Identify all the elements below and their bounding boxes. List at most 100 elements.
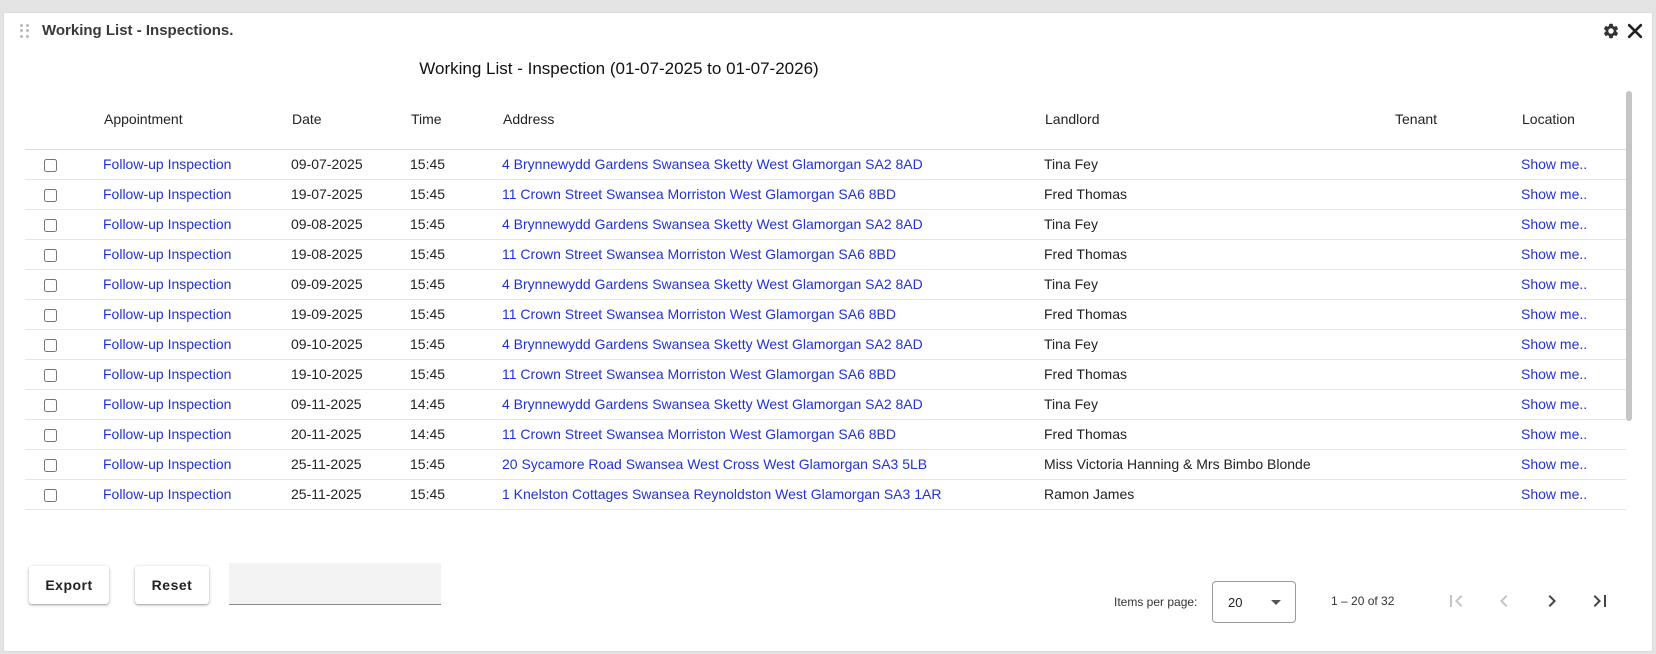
table-row[interactable]: Follow-up Inspection 09-07-2025 15:45 4 Bry… (25, 149, 1626, 180)
show-me-link[interactable]: Show me.. (1521, 216, 1587, 232)
row-checkbox[interactable] (44, 218, 57, 232)
show-me-link[interactable]: Show me.. (1521, 246, 1587, 262)
address-link[interactable]: 4 Brynnewydd Gardens Swansea Sketty West… (502, 396, 923, 412)
show-me-link[interactable]: Show me.. (1521, 426, 1587, 442)
show-me-link[interactable]: Show me.. (1521, 276, 1587, 292)
row-checkbox[interactable] (44, 428, 57, 442)
row-checkbox[interactable] (44, 458, 57, 472)
location-cell: Show me.. (1521, 149, 1626, 180)
address-link[interactable]: 4 Brynnewydd Gardens Swansea Sketty West… (502, 156, 923, 172)
table-row[interactable]: Follow-up Inspection 19-07-2025 15:45 11 Cr… (25, 179, 1626, 210)
show-me-link[interactable]: Show me.. (1521, 486, 1587, 502)
appointment-link[interactable]: Follow-up Inspection (103, 306, 231, 322)
table-row[interactable]: Follow-up Inspection 09-09-2025 15:45 4 Bry… (25, 269, 1626, 300)
header-location[interactable]: Location (1521, 97, 1626, 150)
row-checkbox[interactable] (44, 188, 57, 202)
appointment-link[interactable]: Follow-up Inspection (103, 456, 231, 472)
items-per-page-select[interactable]: 20 (1212, 581, 1296, 623)
appointment-link[interactable]: Follow-up Inspection (103, 156, 231, 172)
landlord-cell: Miss Victoria Hanning & Mrs Bimbo Blonde (1044, 449, 1394, 480)
table-row[interactable]: Follow-up Inspection 09-11-2025 14:45 4 Bry… (25, 389, 1626, 420)
row-checkbox[interactable] (44, 158, 57, 172)
filter-input[interactable] (229, 563, 441, 605)
show-me-link[interactable]: Show me.. (1521, 186, 1587, 202)
appointment-link[interactable]: Follow-up Inspection (103, 246, 231, 262)
page-range-label: 1 – 20 of 32 (1331, 594, 1395, 608)
table-row[interactable]: Follow-up Inspection 19-09-2025 15:45 11 Cr… (25, 299, 1626, 330)
row-checkbox[interactable] (44, 248, 57, 262)
appointment-cell: Follow-up Inspection (103, 359, 291, 390)
appointment-link[interactable]: Follow-up Inspection (103, 396, 231, 412)
header-landlord[interactable]: Landlord (1044, 97, 1394, 150)
table-row[interactable]: Follow-up Inspection 19-10-2025 15:45 11 Cr… (25, 359, 1626, 390)
appointment-cell: Follow-up Inspection (103, 509, 291, 517)
table-row[interactable]: Follow-up Inspection 25-11-2025 15:45 20 Sy… (25, 449, 1626, 480)
address-cell: 1 Knelston Cottages Swansea Reynoldston … (502, 479, 1044, 510)
appointment-link[interactable]: Follow-up Inspection (103, 366, 231, 382)
address-link[interactable]: 11 Crown Street Swansea Morriston West G… (502, 366, 896, 382)
appointment-link[interactable]: Follow-up Inspection (103, 216, 231, 232)
show-me-link[interactable]: Show me.. (1521, 396, 1587, 412)
address-link[interactable]: 11 Crown Street Swansea Morriston West G… (502, 246, 896, 262)
close-icon[interactable] (1625, 21, 1645, 41)
show-me-link[interactable]: Show me.. (1521, 306, 1587, 322)
table-row[interactable]: Follow-up Inspection 26-11-202515:4520 Sy… (25, 509, 1626, 517)
address-cell: 11 Crown Street Swansea Morriston West G… (502, 419, 1044, 450)
row-checkbox[interactable] (44, 398, 57, 412)
row-checkbox[interactable] (44, 488, 57, 502)
row-checkbox[interactable] (44, 368, 57, 382)
address-cell: 20 Sycamore Road Swansea West Cross West… (502, 509, 1044, 517)
previous-page-icon[interactable] (1492, 589, 1516, 613)
vertical-scrollbar[interactable] (1625, 77, 1633, 577)
appointment-link[interactable]: Follow-up Inspection (103, 336, 231, 352)
last-page-icon[interactable] (1588, 589, 1612, 613)
header-appointment[interactable]: Appointment (103, 97, 291, 150)
scrollbar-thumb[interactable] (1626, 91, 1632, 421)
table-row[interactable]: Follow-up Inspection 25-11-2025 15:45 1 Kne… (25, 479, 1626, 510)
show-me-link[interactable]: Show me.. (1521, 516, 1587, 517)
table-body: Follow-up Inspection 09-07-2025 15:45 4 Bry… (25, 149, 1626, 517)
reset-button[interactable]: Reset (135, 566, 209, 604)
show-me-link[interactable]: Show me.. (1521, 336, 1587, 352)
drag-handle-icon[interactable] (20, 24, 30, 38)
show-me-link[interactable]: Show me.. (1521, 366, 1587, 382)
appointment-link[interactable]: Follow-up Inspection (103, 516, 231, 517)
header-address[interactable]: Address (502, 97, 1044, 150)
table-row[interactable]: Follow-up Inspection 09-10-2025 15:45 4 Bry… (25, 329, 1626, 360)
tenant-cell (1394, 329, 1521, 360)
show-me-link[interactable]: Show me.. (1521, 156, 1587, 172)
show-me-link[interactable]: Show me.. (1521, 456, 1587, 472)
row-checkbox[interactable] (44, 308, 57, 322)
table-row[interactable]: Follow-up Inspection 19-08-2025 15:45 11 Cr… (25, 239, 1626, 270)
address-link[interactable]: 11 Crown Street Swansea Morriston West G… (502, 306, 896, 322)
header-date[interactable]: Date (291, 97, 410, 150)
tenant-cell (1394, 419, 1521, 450)
export-button[interactable]: Export (29, 566, 109, 604)
appointment-link[interactable]: Follow-up Inspection (103, 186, 231, 202)
appointment-link[interactable]: Follow-up Inspection (103, 276, 231, 292)
address-link[interactable]: 1 Knelston Cottages Swansea Reynoldston … (502, 486, 941, 502)
header-time[interactable]: Time (410, 97, 502, 150)
time-cell: 15:45 (410, 269, 502, 300)
header-tenant[interactable]: Tenant (1394, 97, 1521, 150)
tenant-cell (1394, 479, 1521, 510)
address-link[interactable]: 20 Sycamore Road Swansea West Cross West… (502, 456, 927, 472)
row-checkbox-cell (25, 299, 103, 330)
next-page-icon[interactable] (1540, 589, 1564, 613)
address-link[interactable]: 4 Brynnewydd Gardens Swansea Sketty West… (502, 216, 923, 232)
table-row[interactable]: Follow-up Inspection 20-11-2025 14:45 11 Cr… (25, 419, 1626, 450)
time-cell: 15:45 (410, 149, 502, 180)
appointment-cell: Follow-up Inspection (103, 239, 291, 270)
address-link[interactable]: 4 Brynnewydd Gardens Swansea Sketty West… (502, 276, 923, 292)
address-link[interactable]: 4 Brynnewydd Gardens Swansea Sketty West… (502, 336, 923, 352)
address-link[interactable]: 11 Crown Street Swansea Morriston West G… (502, 186, 896, 202)
row-checkbox[interactable] (44, 338, 57, 352)
appointment-link[interactable]: Follow-up Inspection (103, 426, 231, 442)
table-row[interactable]: Follow-up Inspection 09-08-2025 15:45 4 Bry… (25, 209, 1626, 240)
first-page-icon[interactable] (1444, 589, 1468, 613)
appointment-link[interactable]: Follow-up Inspection (103, 486, 231, 502)
address-link[interactable]: 11 Crown Street Swansea Morriston West G… (502, 426, 896, 442)
gear-icon[interactable] (1602, 22, 1620, 40)
address-link[interactable]: 20 Sycamore Road Swansea West Cross West… (502, 516, 927, 517)
row-checkbox[interactable] (44, 278, 57, 292)
